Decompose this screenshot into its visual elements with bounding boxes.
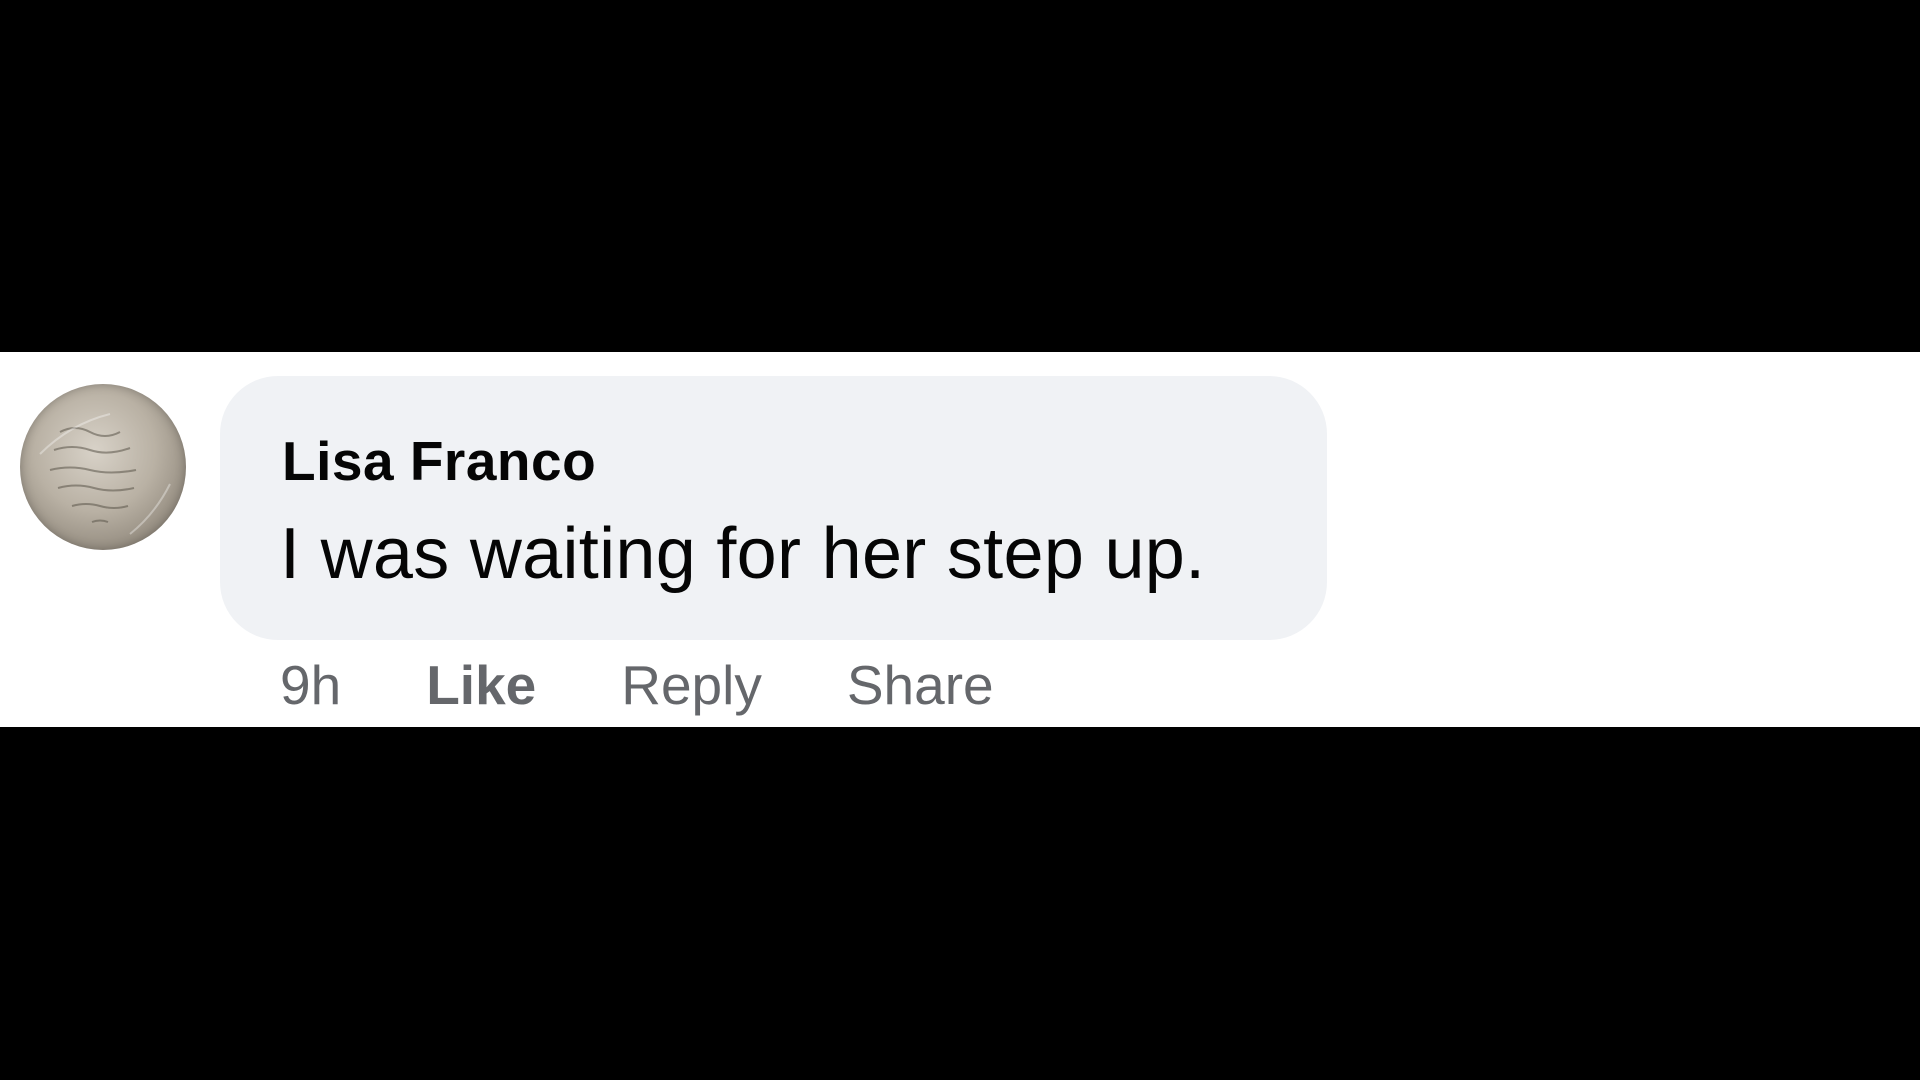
reply-button[interactable]: Reply <box>621 653 762 717</box>
comment-actions: 9h Like Reply Share <box>280 650 994 720</box>
share-button[interactable]: Share <box>847 653 994 717</box>
avatar[interactable] <box>20 384 186 550</box>
comment-text: I was waiting for her step up. <box>280 514 1206 594</box>
profile-photo-avatar-icon <box>39 413 171 535</box>
comment-author-name[interactable]: Lisa Franco <box>282 426 596 496</box>
comment-bubble <box>220 376 1327 640</box>
comment-timestamp[interactable]: 9h <box>280 653 341 717</box>
like-button[interactable]: Like <box>426 653 536 717</box>
